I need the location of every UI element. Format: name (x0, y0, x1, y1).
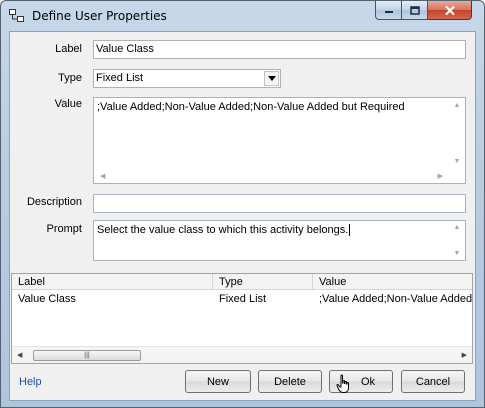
scrollbar-thumb[interactable]: ||| (33, 350, 141, 361)
column-header-label[interactable]: Label (12, 274, 213, 290)
cell-label: Value Class (18, 293, 76, 305)
cancel-button[interactable]: Cancel (401, 370, 465, 393)
type-caption: Type (58, 72, 82, 84)
label-input[interactable]: Value Class (93, 40, 466, 59)
prompt-vertical-scrollbar[interactable]: ▲ ▼ (449, 221, 465, 260)
value-text: ;Value Added;Non-Value Added;Non-Value A… (97, 101, 405, 113)
dropdown-button[interactable] (264, 71, 279, 86)
table-header: Label Type Value (12, 274, 472, 290)
scroll-down-icon[interactable]: ▼ (454, 250, 461, 257)
scroll-up-icon[interactable]: ▲ (454, 224, 461, 231)
new-button[interactable]: New (185, 370, 251, 393)
user-properties-icon (9, 9, 24, 22)
minimize-button[interactable] (375, 1, 402, 20)
value-textarea[interactable]: ;Value Added;Non-Value Added;Non-Value A… (93, 97, 466, 184)
scroll-right-icon[interactable]: ▶ (438, 172, 443, 180)
description-input[interactable] (93, 194, 466, 213)
value-vertical-scrollbar[interactable]: ▲ ▼ (449, 98, 465, 183)
type-select-value: Fixed List (96, 72, 144, 84)
help-link[interactable]: Help (19, 376, 42, 388)
grip-icon: ||| (84, 352, 90, 359)
title-bar[interactable]: Define User Properties (1, 1, 484, 31)
scroll-left-icon[interactable]: ◀ (17, 351, 22, 359)
column-header-type[interactable]: Type (213, 274, 313, 290)
chevron-down-icon (267, 76, 276, 81)
delete-button[interactable]: Delete (258, 370, 322, 393)
description-caption: Description (26, 196, 82, 208)
prompt-textarea[interactable]: Select the value class to which this act… (93, 220, 466, 261)
scroll-down-icon[interactable]: ▼ (454, 158, 461, 165)
define-user-properties-window: Define User Properties Label Value Class… (0, 0, 485, 408)
prompt-caption: Prompt (46, 223, 82, 235)
minimize-icon (384, 11, 393, 13)
scroll-right-icon[interactable]: ▶ (462, 351, 467, 359)
window-title: Define User Properties (32, 9, 167, 23)
scroll-up-icon[interactable]: ▲ (454, 102, 461, 109)
ok-button[interactable]: Ok (329, 370, 393, 393)
label-caption: Label (55, 43, 82, 55)
value-caption: Value (54, 98, 82, 110)
maximize-icon (409, 5, 420, 15)
prompt-text: Select the value class to which this act… (97, 224, 349, 236)
column-header-value[interactable]: Value (313, 274, 472, 290)
maximize-button[interactable] (402, 1, 428, 20)
ok-button-label: Ok (360, 375, 376, 388)
text-cursor (349, 224, 351, 236)
scroll-left-icon[interactable]: ◀ (100, 172, 105, 180)
close-button[interactable] (428, 1, 472, 20)
cell-value: ;Value Added;Non-Value Added; (319, 293, 472, 305)
table-horizontal-scrollbar[interactable]: ◀ ||| ▶ (12, 346, 472, 363)
cell-type: Fixed List (219, 293, 267, 305)
dialog-body: Label Value Class Type Fixed List Value … (9, 31, 476, 401)
hand-cursor-icon (336, 374, 349, 393)
close-icon (444, 5, 455, 15)
value-horizontal-scrollbar[interactable]: ◀ ▶ (94, 169, 449, 183)
properties-table: Label Type Value Value Class Fixed List … (11, 273, 473, 364)
type-select[interactable]: Fixed List (93, 69, 281, 88)
table-row[interactable]: Value Class Fixed List ;Value Added;Non-… (12, 291, 472, 308)
